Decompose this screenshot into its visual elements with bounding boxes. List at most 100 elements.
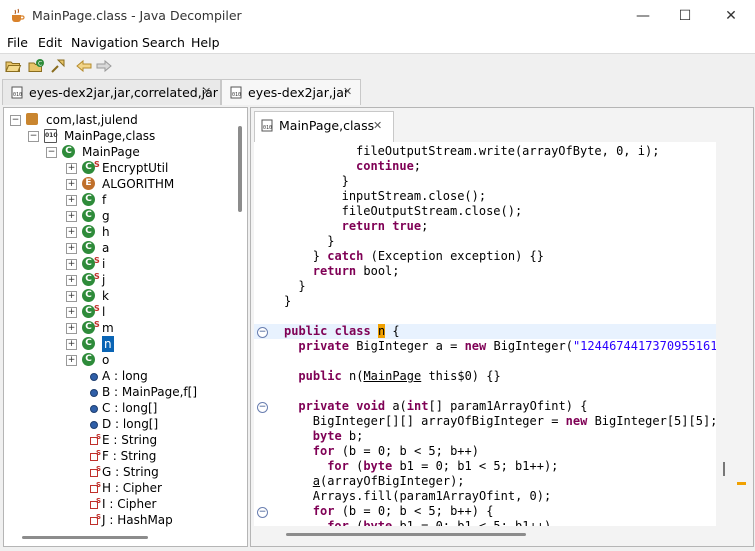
code-line[interactable]: } [342, 174, 349, 189]
tree-row[interactable]: + Ck [4, 288, 232, 304]
code-line[interactable]: inputStream.close(); [342, 189, 487, 204]
tree-row[interactable]: SG : String [4, 464, 232, 480]
tree-row[interactable]: B : MainPage,f[] [4, 384, 232, 400]
expand-toggle-icon[interactable]: + [66, 195, 77, 206]
tab-close-icon[interactable]: ✕ [373, 119, 382, 132]
fold-toggle-icon[interactable]: − [257, 507, 268, 518]
scroll-thumb[interactable] [238, 126, 242, 212]
tab-mainpage-class[interactable]: 010 MainPage,class ✕ [254, 111, 394, 142]
fold-toggle-icon[interactable]: − [257, 402, 268, 413]
code-token: a( [385, 399, 407, 413]
code-line[interactable]: for (byte b1 = 0; b1 < 5; b1++); [327, 459, 558, 474]
open-file-icon[interactable] [4, 57, 22, 75]
code-line[interactable]: public class n { [284, 324, 400, 339]
expand-toggle-icon[interactable]: + [66, 307, 77, 318]
expand-toggle-icon[interactable]: − [46, 147, 57, 158]
expand-toggle-icon[interactable]: − [10, 115, 21, 126]
expand-toggle-icon[interactable]: + [66, 323, 77, 334]
close-window-button[interactable]: ✕ [717, 6, 745, 26]
tree-row[interactable]: + Co [4, 352, 232, 368]
tree-row[interactable]: + C Sj [4, 272, 232, 288]
code-line[interactable]: private BigInteger a = new BigInteger("1… [298, 339, 716, 354]
code-line[interactable]: byte b; [313, 429, 364, 444]
expand-toggle-icon[interactable]: + [66, 275, 77, 286]
code-line[interactable]: Arrays.fill(param1ArrayOfint, 0); [313, 489, 551, 504]
minimize-button[interactable]: — [629, 6, 657, 26]
code-line[interactable]: a(arrayOfBigInteger); [313, 474, 465, 489]
fold-toggle-icon[interactable]: − [257, 327, 268, 338]
expand-toggle-icon[interactable]: + [66, 339, 77, 350]
tree-row[interactable]: + C Sm [4, 320, 232, 336]
code-line[interactable]: continue; [356, 159, 421, 174]
tree-row[interactable]: SE : String [4, 432, 232, 448]
search-icon[interactable] [49, 57, 67, 75]
tree-row[interactable]: + Cg [4, 208, 232, 224]
expand-toggle-icon[interactable]: + [66, 227, 77, 238]
menu-edit[interactable]: Edit [38, 35, 62, 50]
menu-file[interactable]: File [7, 35, 28, 50]
forward-icon[interactable] [95, 57, 113, 75]
tree-row[interactable]: + C Si [4, 256, 232, 272]
package-tree[interactable]: − com,last,julend −010 MainPage,class − C Main… [3, 107, 248, 547]
tree-row[interactable]: A : long [4, 368, 232, 384]
expand-toggle-icon[interactable]: + [66, 291, 77, 302]
tree-row[interactable]: −010 MainPage,class [4, 128, 232, 144]
code-line[interactable]: public n(MainPage this$0) {} [298, 369, 500, 384]
code-line[interactable]: } [298, 279, 305, 294]
tree-row[interactable]: − com,last,julend [4, 112, 232, 128]
tab-eyes-jar[interactable]: 010 eyes-dex2jar,jar ✕ [221, 79, 361, 105]
open-type-icon[interactable]: C [28, 57, 46, 75]
scroll-thumb[interactable] [723, 462, 725, 476]
tree-row[interactable]: SF : String [4, 448, 232, 464]
tab-close-icon[interactable]: ✕ [202, 85, 211, 98]
code-line[interactable]: private void a(int[] param1ArrayOfint) { [298, 399, 587, 414]
tree-row[interactable]: + Ch [4, 224, 232, 240]
code-line[interactable]: for (b = 0; b < 5; b++) [313, 444, 479, 459]
code-line[interactable]: return bool; [313, 264, 400, 279]
overview-ruler[interactable] [733, 142, 751, 526]
expand-toggle-icon[interactable]: + [66, 211, 77, 222]
code-line[interactable]: for (b = 0; b < 5; b++) { [313, 504, 494, 519]
tree-row[interactable]: + Ca [4, 240, 232, 256]
expand-toggle-icon[interactable]: + [66, 163, 77, 174]
code-line[interactable]: for (byte b1 = 0; b1 < 5; b1++) [327, 519, 551, 526]
expand-toggle-icon[interactable]: − [28, 131, 39, 142]
tree-vertical-scrollbar[interactable] [235, 108, 245, 526]
code-line[interactable]: } [327, 234, 334, 249]
tree-row[interactable]: + Cf [4, 192, 232, 208]
occurrence-marker[interactable] [737, 482, 746, 485]
expand-toggle-icon[interactable]: + [66, 243, 77, 254]
expand-toggle-icon[interactable]: + [66, 355, 77, 366]
tree-row[interactable]: SI : Cipher [4, 496, 232, 512]
code-horizontal-scrollbar[interactable] [286, 533, 526, 536]
menu-search[interactable]: Search [142, 35, 185, 50]
tree-row[interactable]: SJ : HashMap [4, 512, 232, 528]
tree-row[interactable]: C : long[] [4, 400, 232, 416]
tree-row[interactable]: + Cn [4, 336, 232, 352]
code-view[interactable]: fileOutputStream.write(arrayOfByte, 0, i… [254, 142, 716, 526]
code-vertical-scrollbar[interactable] [717, 142, 733, 526]
menu-navigation[interactable]: Navigation [71, 35, 138, 50]
expand-toggle-icon[interactable]: + [66, 179, 77, 190]
menu-help[interactable]: Help [191, 35, 220, 50]
tree-label: H : Cipher [102, 481, 162, 495]
window-title: MainPage.class - Java Decompiler [32, 8, 242, 23]
code-line[interactable]: } catch (Exception exception) {} [313, 249, 544, 264]
tree-row[interactable]: − C MainPage [4, 144, 232, 160]
code-line[interactable]: return true; [342, 219, 429, 234]
code-line[interactable]: } [284, 294, 291, 309]
tab-close-icon[interactable]: ✕ [343, 85, 352, 98]
tree-horizontal-scrollbar[interactable] [22, 536, 148, 539]
maximize-button[interactable]: ☐ [671, 6, 699, 26]
tree-row[interactable]: + C S EncryptUtil [4, 160, 232, 176]
code-line[interactable]: fileOutputStream.close(); [342, 204, 523, 219]
code-line[interactable]: BigInteger[][] arrayOfBigInteger = new B… [313, 414, 716, 429]
back-icon[interactable] [75, 57, 93, 75]
expand-toggle-icon[interactable]: + [66, 259, 77, 270]
tab-correlated-jar[interactable]: 010 eyes-dex2jar,jar,correlated,jar ✕ [2, 79, 221, 105]
tree-row[interactable]: + C Sl [4, 304, 232, 320]
tree-row[interactable]: + E ALGORITHM [4, 176, 232, 192]
code-line[interactable]: fileOutputStream.write(arrayOfByte, 0, i… [356, 144, 659, 159]
tree-row[interactable]: SH : Cipher [4, 480, 232, 496]
tree-row[interactable]: D : long[] [4, 416, 232, 432]
